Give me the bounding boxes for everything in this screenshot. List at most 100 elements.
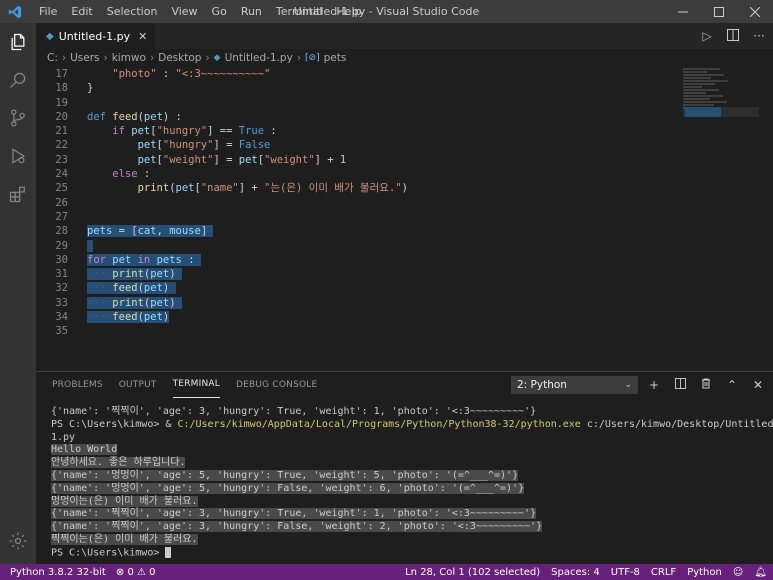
code-line[interactable]: 35 xyxy=(36,324,683,338)
minimize-button[interactable] xyxy=(665,0,701,23)
chevron-right-icon: › xyxy=(61,52,67,64)
menu-selection[interactable]: Selection xyxy=(100,0,165,23)
code-line[interactable]: 30 for pet in pets : xyxy=(36,253,683,267)
line-text: for pet in pets : xyxy=(87,253,201,266)
tab-terminal[interactable]: TERMINAL xyxy=(172,372,220,398)
language-mode[interactable]: Python xyxy=(687,567,722,578)
code-line[interactable]: 20 def feed(pet) : xyxy=(36,110,683,124)
menu-terminal[interactable]: Terminal xyxy=(269,0,330,23)
code-line[interactable]: 18} xyxy=(36,81,683,95)
terminal-line: 1.py xyxy=(51,431,76,443)
code-line[interactable]: 31 ····print(pet) xyxy=(36,267,683,281)
line-number: 17 xyxy=(55,68,68,80)
code-line[interactable]: 23 pet["weight"] = pet["weight"] + 1 xyxy=(36,153,683,167)
python-interpreter[interactable]: Python 3.8.2 32-bit xyxy=(10,567,106,578)
breadcrumb-symbol[interactable]: pets xyxy=(324,52,347,64)
tab-debug-console[interactable]: DEBUG CONSOLE xyxy=(236,372,317,398)
line-text: pets = [cat, mouse] xyxy=(87,225,214,238)
end-of-line[interactable]: CRLF xyxy=(651,567,676,578)
notifications-icon[interactable]: 🔔︎ xyxy=(754,567,767,578)
maximize-button[interactable] xyxy=(701,0,737,23)
maximize-icon xyxy=(714,6,724,17)
code-line[interactable]: 19 xyxy=(36,96,683,110)
code-line[interactable]: 27 xyxy=(36,210,683,224)
split-editor-icon[interactable] xyxy=(725,28,741,44)
code-line[interactable]: 17 "photo" : "<:3~~~~~~~~~~" xyxy=(36,67,683,81)
breadcrumb-desktop[interactable]: Desktop xyxy=(158,52,201,64)
minimap-line xyxy=(683,86,702,88)
code-line[interactable]: 24 else : xyxy=(36,167,683,181)
new-terminal-icon[interactable]: + xyxy=(647,378,661,392)
breadcrumb-users[interactable]: Users xyxy=(70,52,99,64)
breadcrumb-drive[interactable]: C: xyxy=(47,52,58,64)
source-control-button[interactable] xyxy=(0,99,36,137)
minimap[interactable] xyxy=(683,67,759,367)
code-line[interactable]: 28 pets = [cat, mouse] xyxy=(36,224,683,238)
close-panel-icon[interactable]: ✕ xyxy=(751,378,765,392)
code-line[interactable]: 32 ····feed(pet) xyxy=(36,281,683,295)
tab-problems[interactable]: PROBLEMS xyxy=(52,372,103,398)
cursor-position[interactable]: Ln 28, Col 1 (102 selected) xyxy=(405,567,540,578)
code-line[interactable]: 33 ····print(pet) xyxy=(36,296,683,310)
more-actions-icon[interactable]: ··· xyxy=(751,29,767,43)
problems-indicator[interactable]: ⊗ 0 ⚠ 0 xyxy=(116,567,156,578)
minimap-line xyxy=(683,95,723,97)
tab-untitled-1-py[interactable]: ◆ Untitled-1.py ✕ xyxy=(36,23,156,49)
menu-run[interactable]: Run xyxy=(234,0,269,23)
close-tab-icon[interactable]: ✕ xyxy=(138,30,147,43)
encoding[interactable]: UTF-8 xyxy=(611,567,640,578)
code-line[interactable]: 21 if pet["hungry"] == True : xyxy=(36,124,683,138)
manage-button[interactable] xyxy=(0,522,36,560)
search-icon xyxy=(10,72,26,88)
line-number: 27 xyxy=(55,210,68,223)
code-line[interactable]: 29 xyxy=(36,239,683,253)
maximize-panel-icon[interactable]: ⌃ xyxy=(725,378,739,392)
line-text: pet["weight"] = pet["weight"] + 1 xyxy=(137,153,347,166)
status-bar: Python 3.8.2 32-bit ⊗ 0 ⚠ 0 Ln 28, Col 1… xyxy=(0,564,773,580)
split-terminal-icon[interactable] xyxy=(673,378,687,392)
line-number: 28 xyxy=(55,225,68,238)
indentation[interactable]: Spaces: 4 xyxy=(551,567,600,578)
line-number: 33 xyxy=(55,296,68,309)
chevron-right-icon: › xyxy=(103,52,108,64)
breadcrumb-kimwo[interactable]: kimwo xyxy=(112,52,146,64)
chevron-down-icon: ⌄ xyxy=(624,380,632,390)
editor-tabs: ◆ Untitled-1.py ✕ ▷ ··· xyxy=(36,23,773,49)
minimap-line xyxy=(683,101,727,103)
code-line[interactable]: 22 pet["hungry"] = False xyxy=(36,138,683,152)
breadcrumb-file[interactable]: Untitled-1.py xyxy=(225,52,293,64)
terminal-output[interactable]: {'name': '찍찍이', 'age': 3, 'hungry': True… xyxy=(51,406,773,560)
extensions-button[interactable] xyxy=(0,175,36,213)
editor-actions: ▷ ··· xyxy=(699,23,767,49)
menu-go[interactable]: Go xyxy=(205,0,234,23)
minimap-line xyxy=(683,77,711,79)
line-text: ····feed(pet) xyxy=(87,311,170,324)
menu-view[interactable]: View xyxy=(164,0,204,23)
vscode-logo-icon xyxy=(4,0,26,23)
line-text: "photo" : "<:3~~~~~~~~~~" xyxy=(87,68,271,80)
run-debug-button[interactable] xyxy=(0,137,36,175)
kill-terminal-icon[interactable] xyxy=(699,378,713,392)
feedback-icon[interactable]: ☺ xyxy=(733,567,743,578)
chevron-right-icon: › xyxy=(149,52,155,64)
code-line[interactable]: 34 ····feed(pet) xyxy=(36,310,683,324)
line-text: else : xyxy=(112,168,151,181)
code-editor[interactable]: 17 "photo" : "<:3~~~~~~~~~~" 18} 19 20 def f… xyxy=(36,67,683,367)
menu-edit[interactable]: Edit xyxy=(64,0,99,23)
editor-scrollbar[interactable] xyxy=(759,67,773,367)
search-button[interactable] xyxy=(0,61,36,99)
code-line[interactable]: 25 print(pet["name"] + "는(은) 이미 배가 불러요."… xyxy=(36,181,683,195)
chevron-right-icon: › xyxy=(296,52,302,64)
close-window-button[interactable] xyxy=(737,0,773,23)
minimap-line xyxy=(683,104,714,106)
variable-symbol-icon: [⊘] xyxy=(305,53,320,63)
gear-icon xyxy=(9,532,27,550)
run-file-icon[interactable]: ▷ xyxy=(699,29,715,43)
menu-file[interactable]: File xyxy=(32,0,64,23)
menu-help[interactable]: Help xyxy=(329,0,368,23)
tab-output[interactable]: OUTPUT xyxy=(119,372,157,398)
terminal-selector[interactable]: 2: Python ⌄ xyxy=(511,376,638,394)
explorer-button[interactable] xyxy=(0,23,36,61)
python-file-icon: ◆ xyxy=(213,53,221,63)
code-line[interactable]: 26 xyxy=(36,196,683,210)
